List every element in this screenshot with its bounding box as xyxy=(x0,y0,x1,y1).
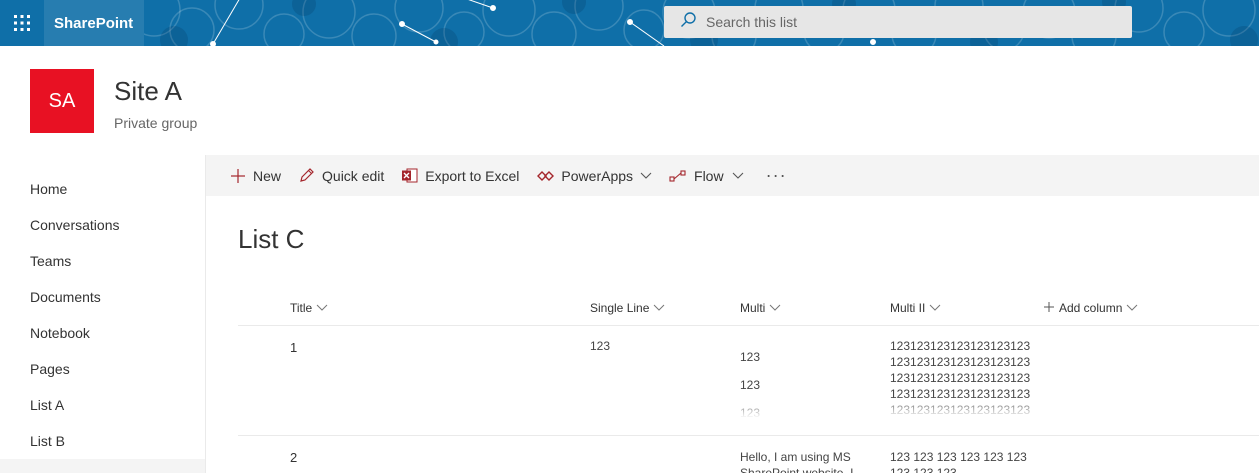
multi-line: SharePoint website. I xyxy=(740,466,854,473)
row-2-title[interactable]: 2 xyxy=(290,450,297,465)
search-input[interactable] xyxy=(706,14,1106,30)
left-navigation: Home Conversations Teams Documents Noteb… xyxy=(0,155,206,473)
powerapps-button[interactable]: PowerApps xyxy=(537,155,652,196)
site-header: SA Site A Private group xyxy=(0,46,1259,155)
multi-ii-line: 123 123 123 123 123 123 xyxy=(890,450,1027,464)
multi-value: 123 xyxy=(740,350,761,364)
header-divider xyxy=(238,325,1259,326)
chevron-down-icon xyxy=(640,172,652,180)
chevron-down-icon xyxy=(312,301,328,315)
column-header-label: Title xyxy=(290,301,313,315)
quick-edit-button[interactable]: Quick edit xyxy=(298,155,384,196)
flow-label: Flow xyxy=(694,167,724,184)
chevron-down-icon xyxy=(649,301,665,315)
nav-item-home[interactable]: Home xyxy=(30,181,67,197)
quick-edit-label: Quick edit xyxy=(322,167,385,184)
new-button[interactable]: New xyxy=(230,155,281,196)
powerapps-icon xyxy=(537,170,555,182)
row-1-title[interactable]: 1 xyxy=(290,340,297,355)
chevron-down-icon xyxy=(732,172,744,180)
search-icon xyxy=(680,11,696,33)
export-to-excel-button[interactable]: Export to Excel xyxy=(401,155,519,196)
more-icon: ··· xyxy=(765,165,787,185)
add-column-button[interactable]: Add column xyxy=(1040,301,1138,315)
add-column-label: Add column xyxy=(1059,301,1123,315)
nav-item-notebook[interactable]: Notebook xyxy=(30,325,90,341)
column-header-title[interactable]: Title xyxy=(290,301,328,315)
multi-ii-line: 123123123123123123123 xyxy=(890,403,1031,417)
site-logo-initials: SA xyxy=(48,89,76,112)
add-icon xyxy=(230,168,246,184)
chevron-down-icon xyxy=(1122,301,1138,315)
row-1-multi-ii: 123123123123123123123 123123123123123123… xyxy=(890,338,1040,418)
nav-item-selected-partial[interactable] xyxy=(0,459,205,473)
excel-icon xyxy=(401,167,418,184)
column-header-label: Multi xyxy=(740,301,766,315)
command-bar: New Quick edit Export to Excel PowerApps… xyxy=(206,155,1259,196)
multi-ii-line: 123 123 123 xyxy=(890,466,957,473)
list-title: List C xyxy=(238,224,305,254)
row-1-single-line: 123 xyxy=(590,339,611,353)
multi-value: 123 xyxy=(740,406,761,418)
flow-button[interactable]: Flow xyxy=(669,155,744,196)
nav-item-list-b[interactable]: List B xyxy=(30,433,65,449)
column-header-multi[interactable]: Multi xyxy=(740,301,781,315)
site-title[interactable]: Site A xyxy=(114,76,182,107)
row-divider xyxy=(238,435,1259,436)
multi-ii-line: 123123123123123123123 xyxy=(890,371,1031,385)
nav-item-conversations[interactable]: Conversations xyxy=(30,217,120,233)
app-launcher-brand[interactable]: SharePoint xyxy=(44,0,144,46)
column-header-label: Multi II xyxy=(890,301,926,315)
column-header-label: Single Line xyxy=(590,301,650,315)
app-name: SharePoint xyxy=(54,14,134,32)
pencil-icon xyxy=(298,167,315,184)
multi-line: Hello, I am using MS xyxy=(740,450,851,464)
nav-item-pages[interactable]: Pages xyxy=(30,361,70,377)
multi-ii-line: 123123123123123123123 xyxy=(890,387,1031,401)
new-label: New xyxy=(253,167,282,184)
powerapps-label: PowerApps xyxy=(561,167,634,184)
nav-item-teams[interactable]: Teams xyxy=(30,253,71,269)
row-1-multi: 123 123 123 xyxy=(740,344,880,418)
nav-item-documents[interactable]: Documents xyxy=(30,289,101,305)
more-options-button[interactable]: ··· xyxy=(766,155,787,196)
add-icon xyxy=(1040,301,1054,315)
chevron-down-icon xyxy=(925,301,941,315)
chevron-down-icon xyxy=(765,301,781,315)
flow-icon xyxy=(669,169,687,183)
search-box[interactable] xyxy=(664,6,1132,38)
site-logo[interactable]: SA xyxy=(30,69,94,133)
column-header-single-line[interactable]: Single Line xyxy=(590,301,665,315)
multi-ii-line: 123123123123123123123 xyxy=(890,355,1031,369)
row-2-multi-ii: 123 123 123 123 123 123 123 123 123 xyxy=(890,449,1040,473)
site-subtitle: Private group xyxy=(114,115,198,131)
multi-ii-line: 123123123123123123123 xyxy=(890,339,1031,353)
nav-item-list-a[interactable]: List A xyxy=(30,397,64,413)
multi-value: 123 xyxy=(740,378,761,392)
export-to-excel-label: Export to Excel xyxy=(425,167,520,184)
suite-bar: SharePoint xyxy=(0,0,1259,46)
row-2-multi: Hello, I am using MS SharePoint website.… xyxy=(740,449,880,473)
column-header-multi-ii[interactable]: Multi II xyxy=(890,301,941,315)
waffle-icon[interactable] xyxy=(0,0,44,46)
